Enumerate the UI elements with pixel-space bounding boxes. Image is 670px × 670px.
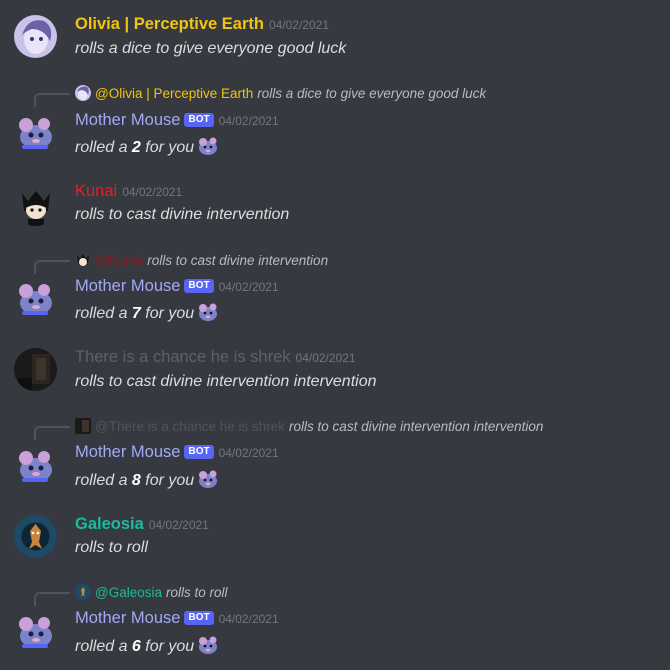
author-name[interactable]: There is a chance he is shrek (75, 348, 291, 366)
roll-value: 8 (131, 472, 141, 489)
olivia-mini-avatar-icon (75, 85, 91, 101)
message-text: rolled a 2 for you (75, 135, 219, 157)
timestamp: 04/02/2021 (218, 612, 279, 626)
author-name[interactable]: Olivia | Perceptive Earth (75, 15, 264, 33)
bot-tag: BOT (184, 113, 214, 127)
reply-spine (34, 426, 70, 440)
reply-spine (34, 260, 70, 274)
mouse-emoji-icon (197, 634, 219, 656)
text-post: for you (140, 305, 195, 322)
reply-mention[interactable]: @Galeosia (95, 585, 162, 600)
reply-text: rolls to roll (166, 584, 228, 600)
text-pre: rolled a (75, 305, 132, 322)
reply-preview[interactable]: @Galeosia rolls to roll (75, 584, 228, 600)
text-pre: rolled a (75, 638, 132, 655)
reply-text: rolls to cast divine intervention (147, 252, 329, 268)
author-name[interactable]: Galeosia (75, 515, 144, 533)
reply-text: rolls to cast divine intervention interv… (289, 418, 544, 434)
reply-mention[interactable]: @There is a chance he is shrek (95, 419, 285, 434)
mother-mouse-avatar-icon[interactable] (14, 277, 57, 320)
text-pre: rolled a (75, 139, 132, 156)
shrek-mini-avatar-icon (75, 418, 91, 434)
timestamp: 04/02/2021 (148, 518, 209, 532)
timestamp: 04/02/2021 (218, 114, 279, 128)
message-text: rolls to cast divine intervention (75, 206, 290, 223)
reply-mention[interactable]: @Olivia | Perceptive Earth (95, 86, 253, 101)
reply-spine (34, 592, 70, 606)
timestamp: 04/02/2021 (218, 280, 279, 294)
roll-value: 6 (131, 638, 141, 655)
timestamp: 04/02/2021 (122, 185, 183, 199)
message-text: rolls to roll (75, 539, 148, 556)
galeosia-mini-avatar-icon (75, 584, 91, 600)
mouse-emoji-icon (197, 301, 219, 323)
kunai-mini-avatar-icon (75, 252, 91, 268)
reply-text: rolls a dice to give everyone good luck (257, 85, 487, 101)
reply-spine (34, 93, 70, 107)
reply-preview[interactable]: @There is a chance he is shrek rolls to … (75, 418, 543, 434)
bot-tag: BOT (184, 445, 214, 459)
mother-mouse-avatar-icon[interactable] (14, 444, 57, 487)
author-name[interactable]: Mother Mouse (75, 609, 180, 627)
timestamp: 04/02/2021 (268, 18, 330, 32)
reply-mention[interactable]: @Kunai (95, 253, 143, 268)
roll-value: 7 (131, 305, 141, 322)
message-text: rolls a dice to give everyone good luck (75, 40, 347, 57)
bot-tag: BOT (184, 279, 214, 293)
reply-preview[interactable]: @Kunai rolls to cast divine intervention (75, 252, 328, 268)
message-text: rolled a 6 for you (75, 634, 219, 656)
shrek-avatar-icon[interactable] (14, 348, 57, 391)
message-text: rolls to cast divine intervention interv… (75, 373, 377, 390)
kunai-avatar-icon[interactable] (14, 183, 57, 226)
text-pre: rolled a (75, 472, 132, 489)
reply-preview[interactable]: @Olivia | Perceptive Earth rolls a dice … (75, 85, 486, 101)
mother-mouse-avatar-icon[interactable] (14, 111, 57, 154)
text-post: for you (140, 472, 195, 489)
bot-tag: BOT (184, 611, 214, 625)
author-name[interactable]: Mother Mouse (75, 277, 180, 295)
timestamp: 04/02/2021 (218, 446, 279, 460)
roll-value: 2 (131, 139, 141, 156)
author-name[interactable]: Mother Mouse (75, 443, 180, 461)
galeosia-avatar-icon[interactable] (14, 515, 57, 558)
mouse-emoji-icon (197, 135, 219, 157)
author-name[interactable]: Mother Mouse (75, 111, 180, 129)
timestamp: 04/02/2021 (295, 351, 356, 365)
message-text: rolled a 8 for you (75, 468, 219, 490)
text-post: for you (140, 139, 195, 156)
mother-mouse-avatar-icon[interactable] (14, 610, 57, 653)
olivia-avatar-icon[interactable] (14, 15, 57, 58)
message-text: rolled a 7 for you (75, 301, 219, 323)
author-name[interactable]: Kunai (75, 182, 117, 200)
mouse-emoji-icon (197, 468, 219, 490)
text-post: for you (140, 638, 195, 655)
